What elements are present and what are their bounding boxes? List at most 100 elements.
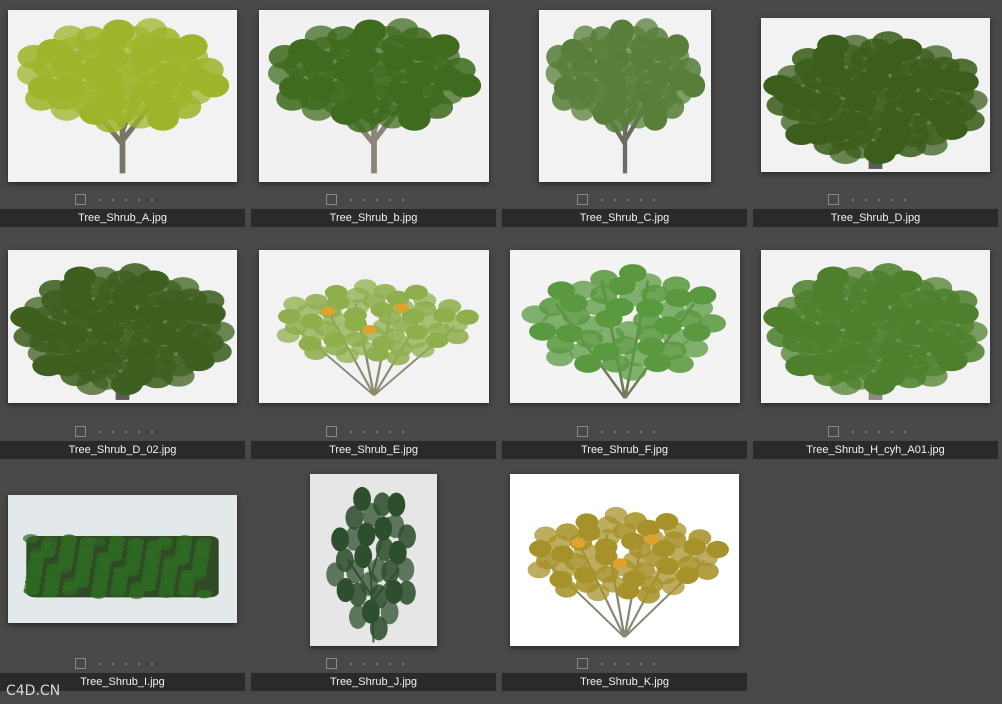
rating-dot[interactable] — [389, 431, 391, 433]
rating-dot[interactable] — [891, 199, 893, 201]
rating-dot[interactable] — [151, 431, 153, 433]
rating-dot[interactable] — [376, 431, 378, 433]
thumbnail-item[interactable]: Tree_Shrub_E.jpg — [251, 232, 496, 460]
thumbnail-item[interactable]: Tree_Shrub_J.jpg — [251, 464, 496, 692]
thumbnail-item[interactable]: Tree_Shrub_b.jpg — [251, 0, 496, 228]
rating-dot[interactable] — [878, 199, 880, 201]
shrub-icon[interactable] — [761, 18, 990, 172]
rating-dot[interactable] — [402, 199, 404, 201]
select-checkbox[interactable] — [577, 194, 588, 205]
rating-dot[interactable] — [904, 199, 906, 201]
flowering-shrub-icon[interactable] — [259, 250, 489, 403]
rating-dot[interactable] — [640, 431, 642, 433]
shrub-icon[interactable] — [510, 474, 739, 646]
filename-label[interactable]: Tree_Shrub_J.jpg — [251, 673, 496, 691]
rating-dot[interactable] — [865, 431, 867, 433]
filename-label[interactable]: Tree_Shrub_H_cyh_A01.jpg — [753, 441, 998, 459]
tree-icon[interactable] — [259, 10, 489, 182]
rating-dot[interactable] — [125, 431, 127, 433]
select-checkbox[interactable] — [75, 426, 86, 437]
rating-dot[interactable] — [601, 199, 603, 201]
shrub-icon[interactable] — [8, 250, 237, 403]
thumbnail-item[interactable]: Tree_Shrub_D.jpg — [753, 0, 998, 228]
rating-dot[interactable] — [389, 663, 391, 665]
tree-icon[interactable] — [8, 10, 237, 182]
rating-dot[interactable] — [99, 663, 101, 665]
select-checkbox[interactable] — [828, 426, 839, 437]
select-checkbox[interactable] — [326, 658, 337, 669]
select-checkbox[interactable] — [326, 194, 337, 205]
rating-dot[interactable] — [363, 663, 365, 665]
rating-dot[interactable] — [99, 199, 101, 201]
rating-dot[interactable] — [865, 199, 867, 201]
rating-dot[interactable] — [614, 663, 616, 665]
rating-dot[interactable] — [601, 663, 603, 665]
rating-dot[interactable] — [891, 431, 893, 433]
rating-dot[interactable] — [601, 431, 603, 433]
filename-label[interactable]: Tree_Shrub_D_02.jpg — [0, 441, 245, 459]
rating-dot[interactable] — [614, 431, 616, 433]
rating-dot[interactable] — [138, 199, 140, 201]
thumbnail-item[interactable]: Tree_Shrub_F.jpg — [502, 232, 747, 460]
thumbnail-item[interactable]: Tree_Shrub_A.jpg — [0, 0, 245, 228]
tree-icon[interactable] — [539, 10, 711, 182]
select-checkbox[interactable] — [75, 658, 86, 669]
thumbnail-item[interactable]: Tree_Shrub_I.jpg — [0, 464, 245, 692]
rating-dot[interactable] — [376, 663, 378, 665]
rating-dot[interactable] — [389, 199, 391, 201]
shrub-icon[interactable] — [761, 250, 990, 403]
thumbnail-item[interactable]: Tree_Shrub_K.jpg — [502, 464, 747, 692]
rating-dot[interactable] — [640, 199, 642, 201]
rating-dot[interactable] — [138, 663, 140, 665]
filename-label[interactable]: Tree_Shrub_E.jpg — [251, 441, 496, 459]
rating-dot[interactable] — [350, 431, 352, 433]
rating-dot[interactable] — [402, 431, 404, 433]
rating-dot[interactable] — [125, 199, 127, 201]
rating-dot[interactable] — [852, 431, 854, 433]
rating-dot[interactable] — [363, 431, 365, 433]
hedge-icon[interactable] — [8, 495, 237, 623]
watermark: C4D.CN — [6, 683, 61, 699]
thumbnail-item[interactable]: Tree_Shrub_C.jpg — [502, 0, 747, 228]
shrub-icon[interactable] — [510, 250, 740, 403]
rating-dot[interactable] — [904, 431, 906, 433]
rating-dot[interactable] — [151, 663, 153, 665]
rating-dot[interactable] — [376, 199, 378, 201]
select-checkbox[interactable] — [828, 194, 839, 205]
select-checkbox[interactable] — [577, 426, 588, 437]
rating-dot[interactable] — [640, 663, 642, 665]
plant-icon[interactable] — [310, 474, 437, 646]
rating-dot[interactable] — [653, 431, 655, 433]
rating-dot[interactable] — [627, 199, 629, 201]
filename-label[interactable]: Tree_Shrub_b.jpg — [251, 209, 496, 227]
rating-dot[interactable] — [125, 663, 127, 665]
rating-dot[interactable] — [653, 663, 655, 665]
rating-dot[interactable] — [402, 663, 404, 665]
rating-dot[interactable] — [99, 431, 101, 433]
select-checkbox[interactable] — [577, 658, 588, 669]
rating-dot[interactable] — [852, 199, 854, 201]
rating-dot[interactable] — [112, 199, 114, 201]
rating-dot[interactable] — [878, 431, 880, 433]
rating-dot[interactable] — [363, 199, 365, 201]
rating-row — [753, 426, 998, 438]
filename-label[interactable]: Tree_Shrub_F.jpg — [502, 441, 747, 459]
filename-label[interactable]: Tree_Shrub_C.jpg — [502, 209, 747, 227]
thumbnail-item[interactable]: Tree_Shrub_D_02.jpg — [0, 232, 245, 460]
thumbnail-item[interactable]: Tree_Shrub_H_cyh_A01.jpg — [753, 232, 998, 460]
filename-label[interactable]: Tree_Shrub_D.jpg — [753, 209, 998, 227]
rating-dot[interactable] — [627, 663, 629, 665]
filename-label[interactable]: Tree_Shrub_A.jpg — [0, 209, 245, 227]
rating-dot[interactable] — [112, 663, 114, 665]
filename-label[interactable]: Tree_Shrub_K.jpg — [502, 673, 747, 691]
rating-dot[interactable] — [653, 199, 655, 201]
rating-dot[interactable] — [627, 431, 629, 433]
rating-dot[interactable] — [112, 431, 114, 433]
select-checkbox[interactable] — [75, 194, 86, 205]
rating-dot[interactable] — [350, 199, 352, 201]
select-checkbox[interactable] — [326, 426, 337, 437]
rating-dot[interactable] — [151, 199, 153, 201]
rating-dot[interactable] — [350, 663, 352, 665]
rating-dot[interactable] — [138, 431, 140, 433]
rating-dot[interactable] — [614, 199, 616, 201]
